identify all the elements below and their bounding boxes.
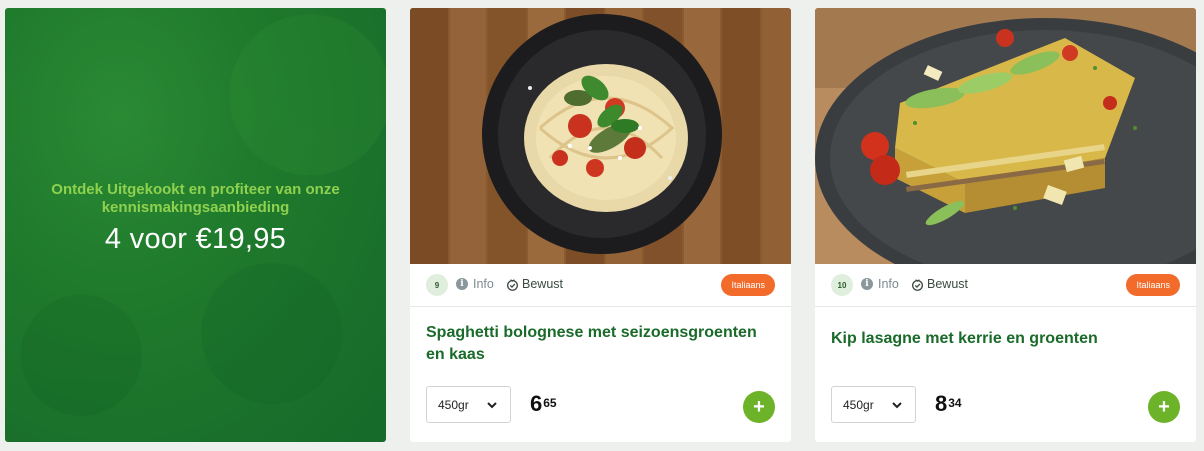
info-link[interactable]: i Info: [456, 277, 494, 291]
info-link[interactable]: i Info: [861, 277, 899, 291]
price-whole: 8: [935, 391, 948, 416]
price-whole: 6: [530, 391, 543, 416]
chevron-down-icon: [892, 401, 902, 408]
product-price: 834: [935, 393, 962, 415]
portion-select[interactable]: 450gr: [426, 386, 511, 423]
product-meta-bar: 10 i Info Bewust Italiaans: [815, 264, 1196, 307]
add-to-cart-button[interactable]: +: [1148, 391, 1180, 423]
spaghetti-photo: [410, 8, 791, 264]
product-meta-bar: 9 i Info Bewust Italiaans: [410, 264, 791, 307]
info-label: Info: [878, 277, 899, 291]
product-title[interactable]: Spaghetti bolognese met seizoensgroenten…: [426, 322, 766, 366]
category-tag: Italiaans: [721, 274, 775, 296]
bewust-text: Bewust: [522, 277, 563, 291]
promo-headline: 4 voor €19,95: [104, 222, 287, 255]
bewust-label: Bewust: [911, 277, 968, 291]
portion-value: 450gr: [438, 397, 469, 412]
info-label: Info: [473, 277, 494, 291]
bewust-icon: [507, 278, 518, 291]
product-number-badge: 10: [831, 274, 853, 296]
bewust-text: Bewust: [927, 277, 968, 291]
add-to-cart-button[interactable]: +: [743, 391, 775, 423]
lasagne-photo: [815, 8, 1196, 264]
price-cents: 34: [948, 396, 962, 410]
promo-banner[interactable]: Ontdek Uitgekookt en profiteer van onze …: [5, 8, 386, 442]
chevron-down-icon: [487, 401, 497, 408]
product-photo[interactable]: [815, 8, 1196, 264]
portion-value: 450gr: [843, 397, 874, 412]
bewust-icon: [912, 278, 923, 291]
price-cents: 65: [543, 396, 557, 410]
info-icon: i: [861, 278, 873, 290]
portion-select[interactable]: 450gr: [831, 386, 916, 423]
product-number-badge: 9: [426, 274, 448, 296]
promo-subtitle: Ontdek Uitgekookt en profiteer van onze …: [51, 180, 340, 216]
product-price: 665: [530, 393, 557, 415]
product-card[interactable]: 10 i Info Bewust Italiaans Kip lasagne m…: [815, 8, 1196, 442]
bewust-label: Bewust: [506, 277, 563, 291]
product-card[interactable]: 9 i Info Bewust Italiaans Spaghetti bolo…: [410, 8, 791, 442]
category-tag: Italiaans: [1126, 274, 1180, 296]
product-photo[interactable]: [410, 8, 791, 264]
product-title[interactable]: Kip lasagne met kerrie en groenten: [831, 328, 1171, 350]
info-icon: i: [456, 278, 468, 290]
